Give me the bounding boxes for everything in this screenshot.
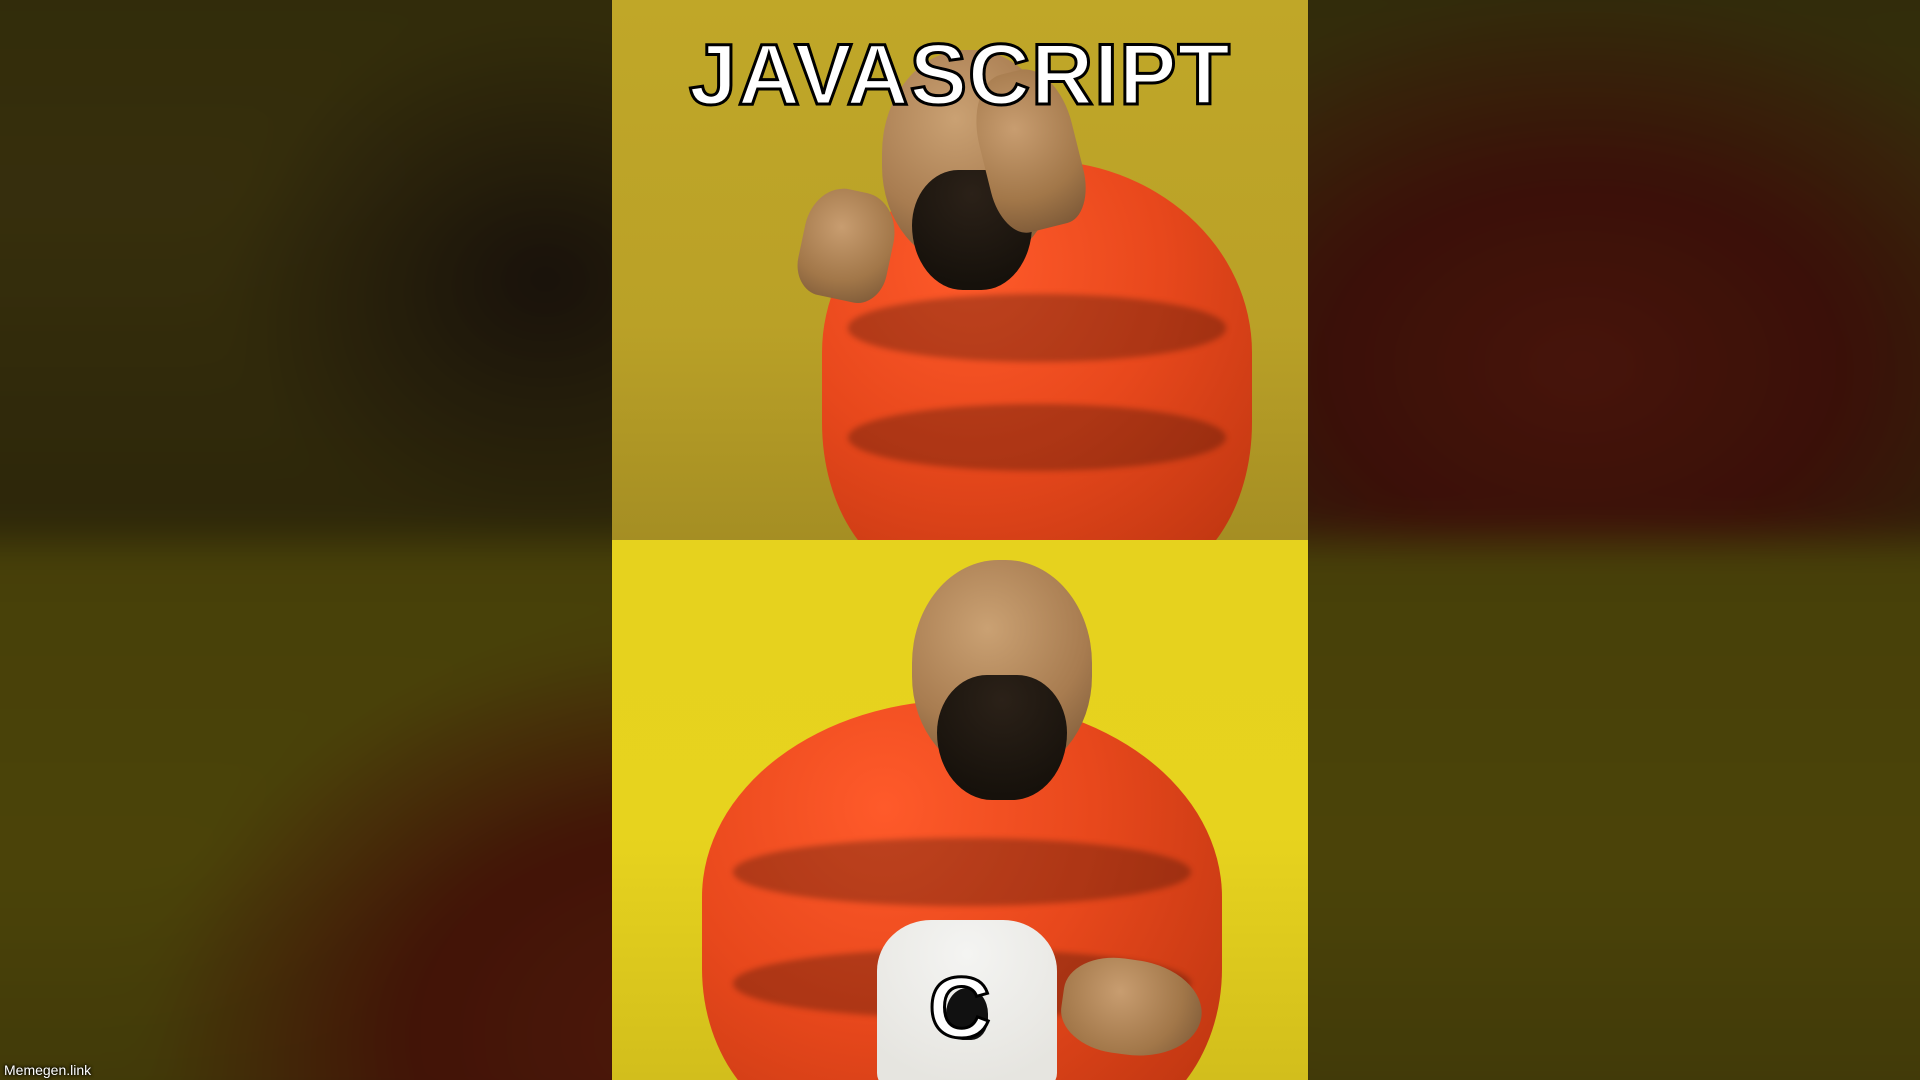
meme-panel-reject: JAVASCRIPT xyxy=(612,0,1308,540)
watermark-text: Memegen.link xyxy=(4,1062,91,1078)
image-viewport: JAVASCRIPT C Memegen.link xyxy=(0,0,1920,1080)
meme-image: JAVASCRIPT C xyxy=(612,0,1308,1080)
meme-caption-bottom: C xyxy=(928,959,991,1058)
meme-caption-top: JAVASCRIPT xyxy=(689,26,1231,125)
meme-panel-approve: C xyxy=(612,540,1308,1080)
